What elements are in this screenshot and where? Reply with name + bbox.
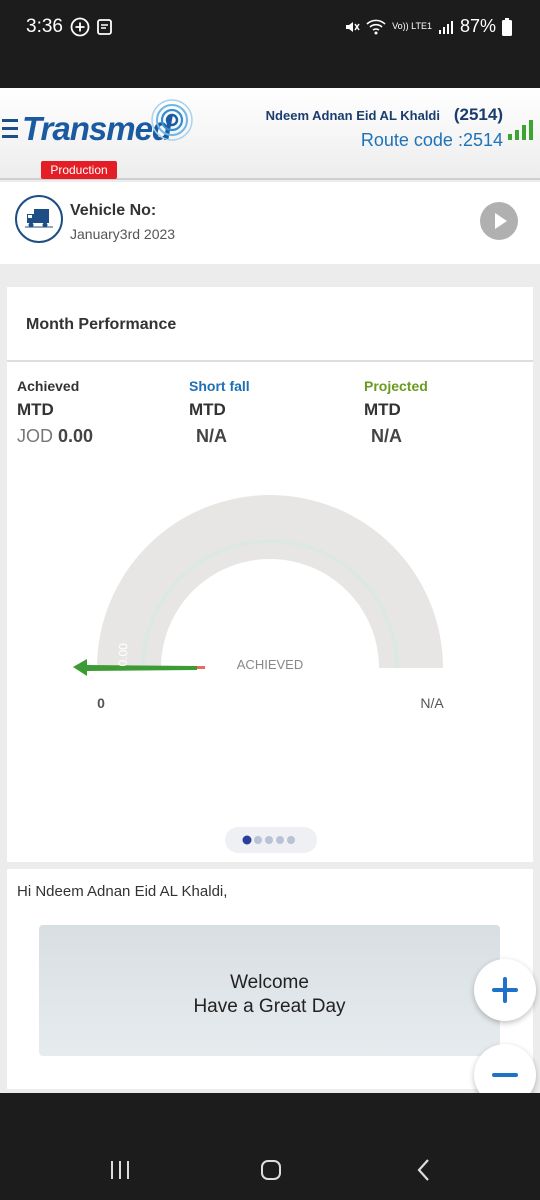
achieved-currency: JOD [17,426,53,446]
gauge-center-label: ACHIEVED [237,657,303,672]
app-logo: Transmed [22,110,172,147]
greeting-text: Hi Ndeem Adnan Eid AL Khaldi, [17,883,228,900]
shortfall-value: N/A [196,426,227,446]
app-header: Transmed Production Ndeem Adnan Eid AL K… [0,88,540,180]
gauge-min-label: 0 [97,695,105,711]
play-icon [495,213,507,229]
gauge-max-label: N/A [420,695,444,711]
vehicle-label: Vehicle No: [70,202,157,219]
home-icon[interactable] [259,1158,283,1182]
battery-icon [502,17,512,36]
status-time: 3:36 [26,16,63,37]
add-circle-icon [70,17,90,37]
shortfall-column: Short fall MTD N/A [189,378,250,447]
pager-dot[interactable] [254,836,262,844]
welcome-line2: Have a Great Day [193,996,346,1017]
status-bar: 3:36 Vo)) LTE1 87% [0,0,540,88]
user-name: Ndeem Adnan Eid AL Khaldi [265,108,440,123]
environment-badge: Production [41,161,117,179]
performance-title: Month Performance [26,316,177,333]
recent-apps-icon[interactable] [108,1159,132,1181]
note-icon [97,19,112,35]
vehicle-row: Vehicle No: January3rd 2023 [0,182,540,264]
achieved-label: Achieved [17,378,80,394]
plus-icon [492,977,518,1003]
mute-icon [346,21,360,32]
carousel-pager[interactable] [225,827,317,853]
network-type: Vo)) LTE1 [392,21,432,31]
pager-dot[interactable] [276,836,284,844]
projected-value: N/A [371,426,402,446]
divider [7,360,533,362]
play-button[interactable] [480,202,518,240]
welcome-line1: Welcome [230,972,309,993]
achievement-gauge: ACHIEVED 0.00 0 N/A [73,495,444,727]
vehicle-date: January3rd 2023 [70,226,176,242]
projected-column: Projected MTD N/A [364,378,428,447]
user-code: (2514) [453,105,503,124]
back-icon[interactable] [414,1158,434,1182]
pager-dot[interactable] [265,836,273,844]
pager-dot[interactable] [287,836,295,844]
wifi-icon [366,19,386,34]
signal-strength-icon [508,120,533,140]
greeting-card: Hi Ndeem Adnan Eid AL Khaldi, Welcome Ha… [7,869,533,1089]
projected-label: Projected [364,378,428,394]
projected-period: MTD [364,400,401,419]
achieved-period: MTD [17,400,54,419]
achieved-column: Achieved MTD JOD 0.00 [17,378,93,447]
logo-swirl-icon [151,99,193,141]
zoom-in-button[interactable] [474,959,536,1021]
route-code: Route code :2514 [360,130,503,150]
month-performance-card[interactable]: Month Performance Achieved MTD JOD 0.00 … [7,287,533,862]
battery-percent: 87% [459,16,496,36]
system-nav-bar [0,1093,540,1200]
shortfall-period: MTD [189,400,226,419]
truck-icon [15,195,63,243]
gauge-needle-label: 0.00 [116,643,131,667]
signal-icon [438,20,453,34]
menu-icon[interactable] [2,119,18,143]
welcome-banner: Welcome Have a Great Day [39,925,500,1056]
pager-dot-active[interactable] [242,835,252,845]
shortfall-label: Short fall [189,378,250,394]
achieved-value: 0.00 [58,426,94,446]
